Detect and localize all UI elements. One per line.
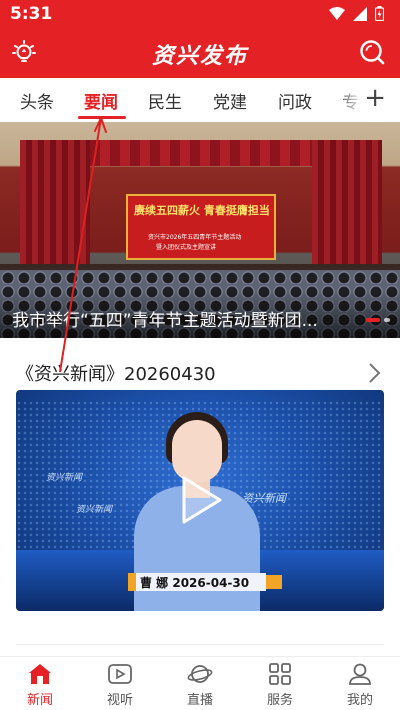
tab-fade bbox=[334, 78, 364, 122]
nav-item-news[interactable]: 新闻 bbox=[10, 661, 70, 708]
stage-curtain-right bbox=[312, 140, 382, 265]
chevron-right-icon[interactable] bbox=[364, 362, 384, 384]
battery-icon bbox=[375, 6, 384, 21]
status-bar: 5:31 bbox=[0, 0, 400, 28]
carousel-indicator bbox=[366, 318, 390, 322]
nav-label: 视听 bbox=[106, 693, 133, 708]
nav-label: 直播 bbox=[186, 693, 213, 708]
name-caption: 曹 娜 2026-04-30 bbox=[140, 576, 250, 590]
carousel-dot bbox=[384, 318, 390, 322]
video-tag: 资兴新闻 bbox=[76, 505, 113, 515]
top-bar: 5:31 资兴发布 bbox=[0, 0, 400, 78]
nav-item-services[interactable]: 服务 bbox=[250, 661, 310, 708]
active-tab-indicator bbox=[78, 116, 126, 119]
divider bbox=[16, 644, 384, 645]
planet-icon bbox=[187, 665, 213, 683]
tab-headlines[interactable]: 头条 bbox=[20, 88, 54, 113]
channel-tabs: 头条 要闻 民生 党建 问政 专 + bbox=[0, 78, 400, 122]
hero-caption: 我市举行“五四”青年节主题活动暨新团... bbox=[12, 311, 318, 331]
stage-screen: 赓续五四薪火 青春挺膺担当 资兴市2026年五四青年节主题活动 暨入团仪式及主题… bbox=[126, 194, 276, 260]
nav-label: 我的 bbox=[346, 693, 373, 708]
nav-label: 服务 bbox=[266, 693, 293, 708]
section-title[interactable]: 《资兴新闻》20260430 bbox=[16, 360, 216, 386]
app-header: 资兴发布 bbox=[0, 28, 400, 78]
tab-news[interactable]: 要闻 bbox=[84, 88, 118, 113]
home-icon bbox=[29, 664, 51, 684]
nav-item-video[interactable]: 视听 bbox=[90, 661, 150, 708]
search-icon[interactable] bbox=[358, 38, 386, 66]
status-time: 5:31 bbox=[10, 4, 53, 24]
play-box-icon bbox=[108, 664, 132, 684]
grid-icon bbox=[269, 663, 291, 685]
tab-livelihood[interactable]: 民生 bbox=[148, 88, 182, 113]
add-channel-button[interactable]: + bbox=[364, 84, 386, 112]
tab-party-building[interactable]: 党建 bbox=[213, 88, 247, 113]
screen-subtitle-2: 暨入团仪式及主题宣讲 bbox=[156, 244, 217, 251]
bottom-nav: 新闻 视听 直播 服务 我的 bbox=[0, 656, 400, 710]
play-icon[interactable] bbox=[166, 468, 230, 532]
video-tag: 资兴新闻 bbox=[46, 473, 83, 483]
carousel-dot bbox=[366, 318, 380, 322]
hero-banner[interactable]: 赓续五四薪火 青春挺膺担当 资兴市2026年五四青年节主题活动 暨入团仪式及主题… bbox=[0, 122, 400, 338]
nav-item-live[interactable]: 直播 bbox=[170, 661, 230, 708]
wifi-icon bbox=[329, 6, 345, 20]
user-icon bbox=[349, 663, 371, 685]
stage-curtain-left bbox=[20, 140, 90, 265]
signal-icon bbox=[353, 6, 367, 21]
nav-label: 新闻 bbox=[26, 693, 53, 708]
nav-item-me[interactable]: 我的 bbox=[330, 661, 390, 708]
screen-subtitle-1: 资兴市2026年五四青年节主题活动 bbox=[148, 234, 242, 241]
name-caption-bar: 曹 娜 2026-04-30 bbox=[128, 573, 266, 591]
screen-title: 赓续五四薪火 青春挺膺担当 bbox=[134, 204, 270, 217]
status-icons bbox=[329, 6, 384, 21]
video-thumbnail[interactable]: 资兴新闻 资兴新闻 资兴新闻 曹 娜 2026-04-30 bbox=[16, 390, 384, 611]
caption-logo bbox=[266, 575, 282, 589]
tab-inquiry[interactable]: 问政 bbox=[278, 88, 312, 113]
app-title: 资兴发布 bbox=[151, 44, 248, 69]
